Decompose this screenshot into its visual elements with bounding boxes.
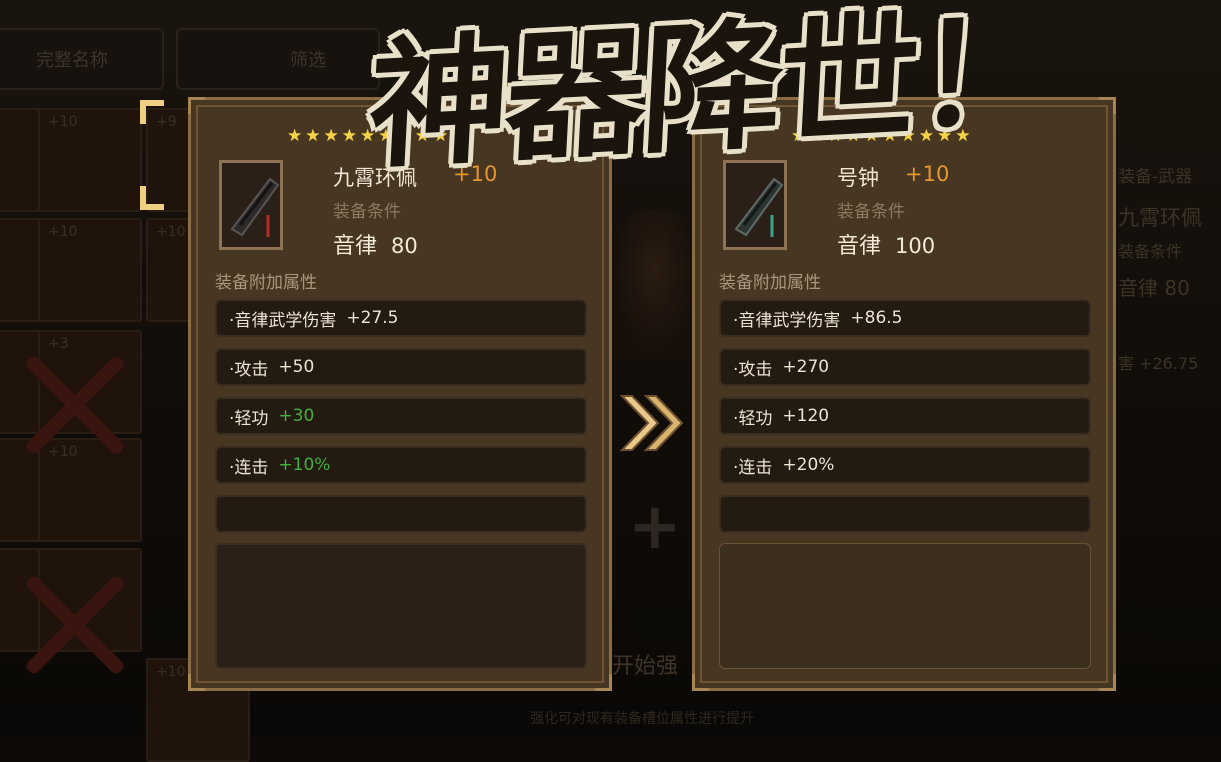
attr-row: ·连击 +10% bbox=[215, 446, 587, 484]
attr-name: ·音律武学伤害 bbox=[733, 310, 841, 331]
title-text: 神器降世！ bbox=[364, 0, 1057, 189]
attr-value: +10% bbox=[278, 455, 331, 475]
bg-extra: 害 +26.75 bbox=[1118, 354, 1199, 373]
selection-bracket-bl bbox=[140, 186, 164, 210]
star-icon: ★ bbox=[323, 126, 339, 146]
attr-name: ·轻功 bbox=[733, 408, 773, 429]
equip-condition-label: 装备条件 bbox=[333, 202, 401, 222]
attr-row: ·音律武学伤害 +27.5 bbox=[215, 299, 587, 337]
attr-name: ·音律武学伤害 bbox=[229, 310, 337, 331]
attr-name: ·攻击 bbox=[229, 359, 269, 380]
attr-name: ·攻击 bbox=[733, 359, 773, 380]
slot-level: +10 bbox=[156, 224, 186, 240]
bg-cond: 装备条件 bbox=[1118, 242, 1183, 261]
description-box bbox=[215, 543, 587, 669]
bonus-attrs-title: 装备附加属性 bbox=[215, 273, 317, 293]
attr-value: +20% bbox=[782, 455, 835, 475]
attr-name: ·轻功 bbox=[229, 408, 269, 429]
sort-name-label: 完整名称 bbox=[36, 50, 108, 71]
background-toolbar: 完整名称 筛选 bbox=[0, 28, 380, 90]
inventory-slot[interactable]: +10 bbox=[38, 218, 142, 322]
bg-item-name: 九霄环佩 bbox=[1118, 206, 1202, 230]
attr-row: ·攻击 +50 bbox=[215, 348, 587, 386]
panel-corner bbox=[595, 674, 612, 691]
filter-label: 筛选 bbox=[290, 50, 326, 71]
inventory-slot[interactable]: +10 bbox=[38, 108, 142, 212]
attr-value: +120 bbox=[782, 406, 830, 426]
item-icon-slot[interactable] bbox=[219, 160, 283, 250]
main-stat: 音律 100 bbox=[837, 228, 935, 260]
attr-row: ·攻击 +270 bbox=[719, 348, 1091, 386]
main-stat-value: 100 bbox=[895, 234, 936, 258]
star-icon: ★ bbox=[341, 126, 357, 146]
star-icon: ★ bbox=[305, 126, 321, 146]
sort-name-button[interactable]: 完整名称 bbox=[0, 28, 164, 90]
attr-row: ·连击 +20% bbox=[719, 446, 1091, 484]
attr-value: +270 bbox=[782, 357, 830, 377]
attr-row: ·轻功 +120 bbox=[719, 397, 1091, 435]
attr-value: +30 bbox=[278, 406, 315, 426]
main-stat-value: 80 bbox=[391, 234, 418, 258]
panel-corner bbox=[1099, 674, 1116, 691]
main-stat-label: 音律 bbox=[837, 234, 882, 259]
slot-level: +10 bbox=[48, 224, 78, 240]
bonus-attrs-title: 装备附加属性 bbox=[719, 273, 821, 293]
slot-level: +3 bbox=[48, 336, 69, 352]
guqin-weapon-icon bbox=[230, 177, 280, 237]
attr-name: ·连击 bbox=[229, 457, 269, 478]
panel-corner bbox=[1099, 97, 1116, 114]
main-stat: 音律 80 bbox=[333, 228, 418, 260]
attr-row: ·轻功 +30 bbox=[215, 397, 587, 435]
equip-condition-label: 装备条件 bbox=[837, 202, 905, 222]
panel-corner bbox=[188, 674, 205, 691]
divine-artifact-title: 神器降世！ bbox=[365, 0, 1056, 194]
background-detail-panel: 装备-武器 九霄环佩 装备条件 音律 80 害 +26.75 bbox=[1118, 130, 1221, 430]
attr-value: +27.5 bbox=[346, 308, 399, 328]
slot-level: +10 bbox=[48, 114, 78, 130]
attr-row: ·音律武学伤害 +86.5 bbox=[719, 299, 1091, 337]
slot-level: +10 bbox=[156, 664, 186, 680]
selection-bracket-tl bbox=[140, 100, 164, 124]
bg-type-label: 装备-武器 bbox=[1118, 167, 1193, 187]
attr-name: ·连击 bbox=[733, 457, 773, 478]
slot-level: +10 bbox=[48, 444, 78, 460]
upgrade-arrow-icon bbox=[619, 395, 684, 451]
star-icon: ★ bbox=[287, 126, 303, 146]
enhance-hint: 强化可对现有装备槽位属性进行提升 bbox=[530, 711, 754, 727]
plus-icon: + bbox=[628, 490, 682, 564]
bg-stat: 音律 80 bbox=[1118, 276, 1190, 300]
character-portrait bbox=[610, 210, 700, 360]
main-stat-label: 音律 bbox=[333, 234, 378, 259]
attr-value: +50 bbox=[278, 357, 315, 377]
attr-row-empty bbox=[719, 495, 1091, 533]
panel-corner bbox=[188, 97, 205, 114]
inventory-slot[interactable]: +10 bbox=[38, 438, 142, 542]
description-box bbox=[719, 543, 1091, 669]
panel-corner bbox=[692, 674, 709, 691]
filter-button[interactable]: 筛选 bbox=[176, 28, 380, 90]
attr-row-empty bbox=[215, 495, 587, 533]
attr-value: +86.5 bbox=[850, 308, 903, 328]
start-enhance-button[interactable]: 开始强 bbox=[612, 648, 678, 680]
